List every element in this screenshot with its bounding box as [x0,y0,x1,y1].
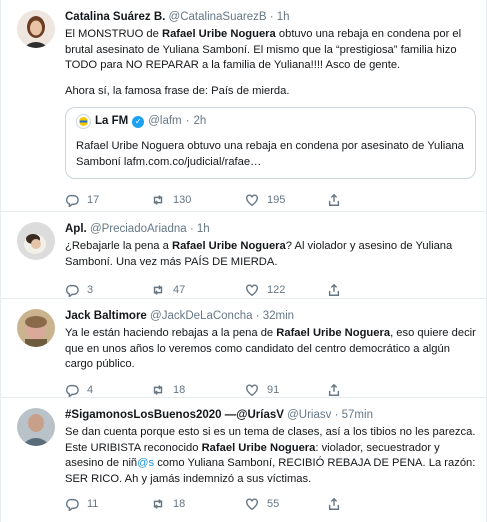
text-segment: El MONSTRUO de [65,28,162,40]
retweet-count: 130 [173,194,192,206]
retweet-icon [153,384,163,395]
avatar[interactable] [17,222,55,260]
tweet-actions: 17 130 195 [65,185,476,215]
tweet-text: El MONSTRUO de Rafael Uribe Noguera obtu… [65,27,476,99]
highlighted-term: Rafael Uribe Noguera [201,441,316,454]
reply-count: 3 [87,284,94,296]
share-icon [328,193,340,206]
reply-button[interactable]: 17 [65,193,151,207]
display-name[interactable]: Catalina Suárez B. [65,11,165,23]
reply-count: 11 [87,498,99,510]
retweet-icon [153,195,163,205]
display-name[interactable]: #SigamonosLosBuenos2020 —@UríasV [65,409,284,421]
avatar[interactable] [17,10,55,48]
tweet-header: Catalina Suárez B. @CatalinaSuarezB · 1h [65,10,476,25]
tweet-text: Ya le están haciendo rebajas a la pena d… [65,326,476,373]
tweet-feed: Catalina Suárez B. @CatalinaSuarezB · 1h… [0,0,487,522]
retweet-button[interactable]: 18 [151,497,245,511]
highlighted-term: Rafael Uribe Noguera [171,240,286,252]
quoted-tweet[interactable]: La FM ✓ @lafm · 2h Rafael Uribe Noguera … [65,107,476,179]
retweet-button[interactable]: 47 [151,283,245,297]
share-icon [328,497,340,510]
retweet-button[interactable]: 18 [151,383,245,397]
tweet[interactable]: #SigamonosLosBuenos2020 —@UríasV @Uriasv… [1,398,486,522]
share-button[interactable] [327,383,341,397]
timestamp[interactable]: 57min [342,409,373,421]
retweet-icon [153,285,163,295]
tweet-header: Jack Baltimore @JackDeLaConcha · 32min [65,309,476,324]
retweet-icon [153,499,163,509]
tweet-text: Se dan cuenta porque esto si es un tema … [65,425,476,487]
retweet-count: 18 [173,498,186,510]
reply-icon [66,498,79,511]
retweet-count: 18 [173,383,186,396]
tweet-text: ¿Rebajarle la pena a Rafael Uribe Noguer… [65,239,476,270]
heart-icon [246,284,258,297]
user-handle[interactable]: @CatalinaSuarezB [169,11,267,23]
highlighted-term: Rafael Uribe Noguera [276,327,391,339]
like-button[interactable]: 122 [245,283,327,297]
share-button[interactable] [327,283,341,297]
like-button[interactable]: 91 [245,383,327,397]
quoted-timestamp[interactable]: 2h [193,114,206,129]
user-handle[interactable]: @JackDeLaConcha [150,310,252,322]
timestamp[interactable]: 1h [197,223,210,235]
share-button[interactable] [327,193,341,207]
retweet-button[interactable]: 130 [151,193,245,207]
tweet[interactable]: Catalina Suárez B. @CatalinaSuarezB · 1h… [1,0,486,212]
timestamp[interactable]: 32min [263,310,294,322]
separator-dot: · [189,223,194,235]
share-icon [328,383,340,396]
text-segment: Ya le están haciendo rebajas a la pena d… [65,327,277,339]
tweet[interactable]: Apl. @PreciadoAriadna · 1h ¿Rebajarle la… [1,212,486,299]
reply-count: 17 [87,194,100,206]
like-count: 91 [267,383,280,396]
heart-icon [246,498,258,511]
like-button[interactable]: 55 [245,497,327,511]
separator-dot: · [185,115,190,127]
reply-icon [66,284,79,297]
reply-icon [66,194,79,207]
like-count: 122 [267,284,286,296]
timestamp[interactable]: 1h [277,11,290,23]
avatar[interactable] [17,309,55,347]
tweet-actions: 11 18 55 [65,489,476,519]
separator-dot: · [334,409,339,421]
like-count: 55 [267,498,280,510]
text-paragraph: Ahora sí, la famosa frase de: País de mi… [65,84,290,97]
separator-dot: · [269,11,274,23]
highlighted-term: Rafael Uribe Noguera [161,28,276,40]
quoted-tweet-text: Rafael Uribe Noguera obtuvo una rebaja e… [76,140,464,168]
quoted-tweet-header: La FM ✓ @lafm · 2h [76,114,465,129]
tweet-header: Apl. @PreciadoAriadna · 1h [65,222,476,237]
lafm-logo-icon [76,114,91,129]
share-icon [328,283,340,296]
mention-link[interactable]: @s [137,457,154,469]
reply-count: 4 [87,383,94,396]
tweet[interactable]: Jack Baltimore @JackDeLaConcha · 32min Y… [1,299,486,398]
tweet-header: #SigamonosLosBuenos2020 —@UríasV @Uriasv… [65,408,476,423]
verified-badge-icon: ✓ [132,115,145,128]
text-segment: ¿Rebajarle la pena a [65,240,172,252]
quoted-display-name[interactable]: La FM [95,114,128,129]
avatar[interactable] [17,408,55,446]
user-handle[interactable]: @PreciadoAriadna [90,223,187,235]
retweet-count: 47 [173,284,186,296]
display-name[interactable]: Jack Baltimore [65,310,147,322]
quoted-user-handle[interactable]: @lafm [148,114,181,129]
reply-button[interactable]: 3 [65,283,151,297]
heart-icon [246,194,258,207]
separator-dot: · [255,310,260,322]
user-handle[interactable]: @Uriasv [287,409,331,421]
reply-button[interactable]: 11 [65,497,151,511]
reply-icon [66,384,79,397]
display-name[interactable]: Apl. [65,223,87,235]
share-button[interactable] [327,497,341,511]
heart-icon [246,383,258,396]
like-button[interactable]: 195 [245,193,327,207]
like-count: 195 [267,194,286,206]
reply-button[interactable]: 4 [65,383,151,397]
